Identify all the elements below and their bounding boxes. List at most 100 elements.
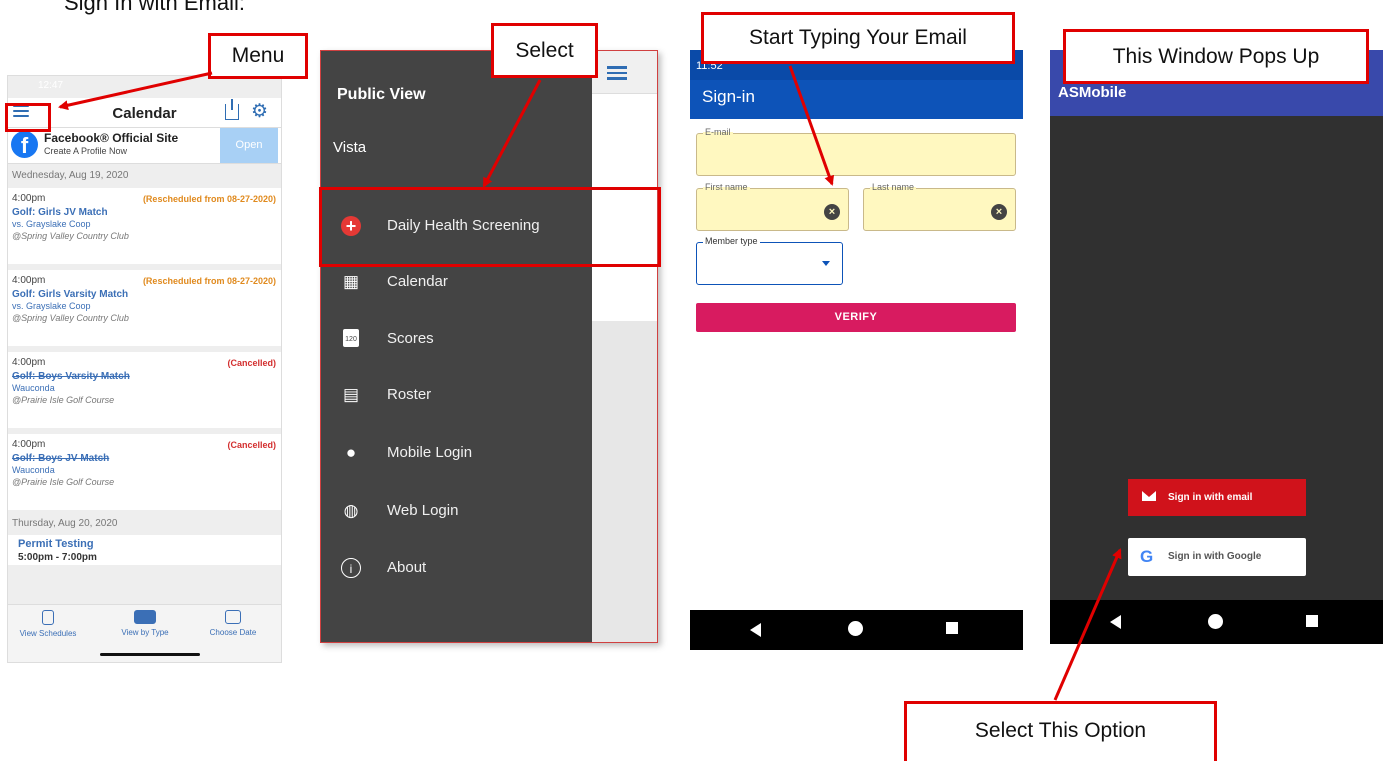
ad-open-button[interactable]: Open bbox=[220, 128, 278, 163]
android-nav-bar bbox=[1050, 600, 1383, 644]
drawer-item-label: Roster bbox=[387, 386, 432, 403]
event-name[interactable]: Golf: Boys Varsity Match bbox=[12, 371, 277, 382]
date-header: Wednesday, Aug 19, 2020 bbox=[12, 170, 129, 181]
recent-apps-icon[interactable] bbox=[946, 622, 958, 634]
globe-icon: ◍ bbox=[343, 501, 359, 520]
calendar-icon: ▦ bbox=[342, 272, 360, 291]
event-location: @Spring Valley Country Club bbox=[12, 313, 129, 323]
signin-title: Sign-in bbox=[690, 80, 1023, 119]
event-location: @Prairie Isle Golf Course bbox=[12, 477, 115, 487]
list-item-event[interactable]: 4:00pm (Cancelled) Golf: Boys JV Match Wauc… bbox=[8, 434, 281, 510]
list-item-permit[interactable]: Permit Testing 5:00pm - 7:00pm bbox=[8, 535, 281, 565]
first-name-label: First name bbox=[703, 182, 750, 192]
event-name[interactable]: Golf: Boys JV Match bbox=[12, 453, 277, 464]
callout-select-this-option: Select This Option bbox=[904, 701, 1217, 761]
android-nav-bar bbox=[690, 610, 1023, 650]
drawer-item-label: Calendar bbox=[387, 273, 448, 290]
ad-subtitle: Create A Profile Now bbox=[44, 146, 128, 156]
email-button-label: Sign in with email bbox=[1168, 492, 1253, 503]
health-screening-highlight bbox=[319, 187, 661, 267]
tab-label: View Schedules bbox=[19, 629, 77, 638]
back-icon[interactable] bbox=[1110, 615, 1121, 629]
list-item-event[interactable]: 4:00pm (Rescheduled from 08-27-2020) Golf:… bbox=[8, 270, 281, 346]
list-type-icon bbox=[134, 610, 156, 624]
status-time: 12:47 bbox=[38, 80, 64, 91]
bottom-tab-bar: View Schedules View by Type Choose Date bbox=[8, 604, 281, 662]
event-location: @Prairie Isle Golf Course bbox=[12, 395, 115, 405]
member-type-label: Member type bbox=[703, 236, 760, 246]
drawer-subtitle: Vista bbox=[333, 139, 367, 156]
clear-last-name-icon[interactable]: × bbox=[991, 204, 1007, 220]
chevron-down-icon bbox=[822, 261, 830, 266]
verify-button[interactable]: VERIFY bbox=[696, 303, 1016, 332]
event-name[interactable]: Golf: Girls Varsity Match bbox=[12, 289, 277, 300]
google-logo-icon: G bbox=[1140, 547, 1154, 566]
clear-first-name-icon[interactable]: × bbox=[824, 204, 840, 220]
event-opponent: Wauconda bbox=[12, 465, 55, 475]
event-opponent: Wauconda bbox=[12, 383, 55, 393]
recent-apps-icon[interactable] bbox=[1306, 615, 1318, 627]
tab-label: View by Type bbox=[121, 628, 169, 637]
facebook-ad[interactable]: f Facebook® Official Site Create A Profi… bbox=[8, 128, 281, 164]
calendar-icon bbox=[225, 610, 241, 624]
tab-label: Choose Date bbox=[209, 628, 257, 637]
drawer-item-label: Mobile Login bbox=[387, 444, 473, 461]
email-field[interactable]: E-mail bbox=[696, 127, 1016, 176]
home-indicator bbox=[100, 653, 200, 656]
drawer-item-scores[interactable]: 120 Scores bbox=[333, 325, 583, 355]
gear-icon[interactable]: ⚙ bbox=[251, 102, 269, 121]
sign-in-with-google-button[interactable]: G Sign in with Google bbox=[1128, 538, 1306, 576]
info-icon: i bbox=[341, 558, 361, 578]
app-title: ASMobile bbox=[1058, 84, 1127, 101]
callout-select: Select bbox=[491, 23, 598, 78]
tab-view-schedules[interactable]: View Schedules bbox=[8, 610, 88, 638]
event-status: (Cancelled) bbox=[227, 358, 276, 368]
list-item-event[interactable]: 4:00pm (Cancelled) Golf: Boys Varsity Matc… bbox=[8, 352, 281, 428]
navigation-drawer: Public View Vista + Daily Health Screeni… bbox=[321, 51, 592, 642]
calendar-screen: 12:47 Calendar ⚙ f Facebook® Official Si… bbox=[7, 75, 282, 663]
share-icon[interactable] bbox=[225, 99, 239, 120]
signin-screen: 11:52 Sign-in E-mail First name × Last n… bbox=[690, 50, 1023, 650]
mail-icon bbox=[1142, 491, 1156, 501]
drawer-title: Public View bbox=[337, 86, 426, 103]
home-icon[interactable] bbox=[848, 621, 863, 636]
member-type-select[interactable]: Member type bbox=[696, 236, 843, 285]
facebook-logo-icon: f bbox=[11, 131, 38, 158]
drawer-item-calendar[interactable]: ▦ Calendar bbox=[333, 268, 583, 298]
event-name[interactable]: Golf: Girls JV Match bbox=[12, 207, 277, 218]
person-icon: ● bbox=[345, 443, 357, 462]
schedule-icon bbox=[42, 610, 54, 625]
first-name-field[interactable]: First name × bbox=[696, 182, 849, 231]
event-location: @Spring Valley Country Club bbox=[12, 231, 129, 241]
drawer-screen: Public View Vista + Daily Health Screeni… bbox=[320, 50, 658, 643]
callout-menu: Menu bbox=[208, 33, 308, 79]
event-status: (Cancelled) bbox=[227, 440, 276, 450]
last-name-label: Last name bbox=[870, 182, 917, 192]
drawer-item-label: Web Login bbox=[387, 502, 459, 519]
back-icon[interactable] bbox=[750, 623, 761, 637]
hamburger-menu-icon[interactable] bbox=[607, 66, 627, 83]
tab-view-by-type[interactable]: View by Type bbox=[105, 610, 185, 637]
callout-window-pops-up: This Window Pops Up bbox=[1063, 29, 1369, 84]
scores-icon: 120 bbox=[343, 329, 359, 347]
drawer-item-mobile-login[interactable]: ● Mobile Login bbox=[333, 439, 583, 469]
drawer-item-label: Scores bbox=[387, 330, 434, 347]
drawer-item-roster[interactable]: ▤ Roster bbox=[333, 381, 583, 411]
sign-in-with-email-button[interactable]: Sign in with email bbox=[1128, 479, 1306, 516]
roster-icon: ▤ bbox=[342, 385, 360, 404]
home-icon[interactable] bbox=[1208, 614, 1223, 629]
event-opponent: vs. Grayslake Coop bbox=[12, 219, 91, 229]
drawer-item-about[interactable]: i About bbox=[333, 554, 583, 584]
content-behind-drawer-lower bbox=[592, 321, 657, 642]
event-opponent: vs. Grayslake Coop bbox=[12, 301, 91, 311]
drawer-item-web-login[interactable]: ◍ Web Login bbox=[333, 497, 583, 527]
callout-start-typing: Start Typing Your Email bbox=[701, 12, 1015, 64]
tab-choose-date[interactable]: Choose Date bbox=[193, 610, 273, 637]
menu-highlight bbox=[5, 103, 51, 132]
google-button-label: Sign in with Google bbox=[1168, 551, 1262, 562]
ad-title: Facebook® Official Site bbox=[44, 131, 179, 145]
email-label: E-mail bbox=[703, 127, 733, 137]
permit-title: Permit Testing bbox=[18, 538, 94, 550]
list-item-event[interactable]: 4:00pm (Rescheduled from 08-27-2020) Golf:… bbox=[8, 188, 281, 264]
last-name-field[interactable]: Last name × bbox=[863, 182, 1016, 231]
